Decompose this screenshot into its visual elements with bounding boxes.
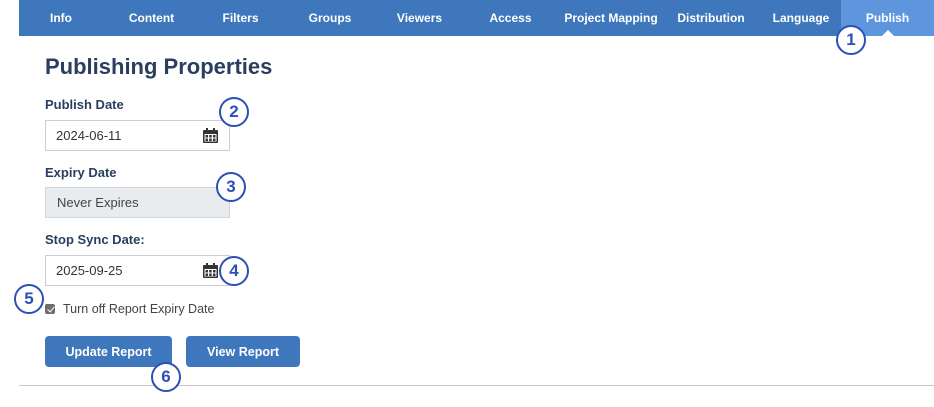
calendar-icon[interactable]	[202, 262, 219, 279]
tab-access[interactable]: Access	[460, 0, 561, 36]
publish-date-label: Publish Date	[45, 97, 124, 112]
callout-6: 6	[151, 362, 181, 392]
turn-off-expiry-row[interactable]: Turn off Report Expiry Date	[45, 302, 214, 316]
top-tab-bar: Info Content Filters Groups Viewers Acce…	[19, 0, 934, 36]
publish-date-value: 2024-06-11	[56, 128, 122, 143]
callout-4: 4	[219, 256, 249, 286]
tab-groups[interactable]: Groups	[281, 0, 379, 36]
stop-sync-date-label: Stop Sync Date:	[45, 232, 145, 247]
callout-2: 2	[219, 97, 249, 127]
tab-filters[interactable]: Filters	[200, 0, 281, 36]
tab-viewers[interactable]: Viewers	[379, 0, 460, 36]
turn-off-expiry-label: Turn off Report Expiry Date	[63, 302, 215, 316]
publish-date-input[interactable]: 2024-06-11	[45, 120, 230, 151]
callout-5: 5	[14, 284, 44, 314]
tab-distribution[interactable]: Distribution	[661, 0, 761, 36]
calendar-icon[interactable]	[202, 127, 219, 144]
expiry-date-field: Never Expires	[45, 187, 230, 218]
stop-sync-date-input[interactable]: 2025-09-25	[45, 255, 230, 286]
tab-language[interactable]: Language	[761, 0, 841, 36]
expiry-date-label: Expiry Date	[45, 165, 117, 180]
stop-sync-date-value: 2025-09-25	[56, 263, 123, 278]
callout-1: 1	[836, 25, 866, 55]
tab-info[interactable]: Info	[19, 0, 103, 36]
callout-3: 3	[216, 172, 246, 202]
tab-project-mapping[interactable]: Project Mapping	[561, 0, 661, 36]
update-report-button[interactable]: Update Report	[45, 336, 172, 367]
tab-content[interactable]: Content	[103, 0, 200, 36]
turn-off-expiry-checkbox[interactable]	[45, 304, 55, 314]
view-report-button[interactable]: View Report	[186, 336, 300, 367]
page-title: Publishing Properties	[45, 54, 273, 79]
